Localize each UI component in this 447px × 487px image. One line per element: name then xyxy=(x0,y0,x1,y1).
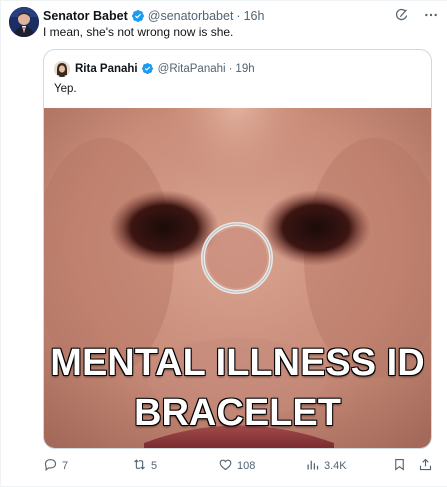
like-icon xyxy=(218,457,233,475)
views-icon xyxy=(305,457,320,475)
quoted-header-separator: · xyxy=(228,63,233,75)
quoted-tweet-image[interactable]: MENTAL ILLNESS ID BRACELET xyxy=(44,108,431,448)
meme-caption-line2: BRACELET xyxy=(133,391,341,434)
header-separator: · xyxy=(236,9,241,23)
bookmark-button[interactable] xyxy=(392,457,407,475)
share-icon xyxy=(418,457,433,475)
like-button[interactable]: 108 xyxy=(218,457,255,475)
views-count: 3.4K xyxy=(324,460,347,472)
quoted-tweet[interactable]: Rita Panahi @RitaPanahi · 19h Yep. MENTA… xyxy=(43,49,432,449)
tweet-time[interactable]: 16h xyxy=(244,9,265,23)
author-name[interactable]: Senator Babet xyxy=(43,9,128,23)
quoted-tweet-text: Yep. xyxy=(54,83,77,95)
bookmark-icon xyxy=(392,457,407,475)
retweet-count: 5 xyxy=(151,460,158,472)
verified-badge-icon xyxy=(131,9,145,23)
verified-badge-icon xyxy=(141,62,155,76)
share-button[interactable] xyxy=(418,457,433,475)
reply-button[interactable]: 7 xyxy=(43,457,68,475)
reply-icon xyxy=(43,457,58,475)
quoted-author-avatar xyxy=(54,61,70,77)
quoted-author-name[interactable]: Rita Panahi xyxy=(75,63,138,75)
quoted-tweet-header: Rita Panahi @RitaPanahi · 19h xyxy=(54,61,255,77)
reply-count: 7 xyxy=(62,460,69,472)
tweet-text: I mean, she's not wrong now is she. xyxy=(43,25,234,39)
tweet-header: Senator Babet @senatorbabet · 16h xyxy=(43,7,264,25)
retweet-button[interactable]: 5 xyxy=(132,457,157,475)
meme-caption-line1: MENTAL ILLNESS ID xyxy=(50,341,426,384)
author-handle[interactable]: @senatorbabet xyxy=(148,9,234,23)
author-avatar[interactable] xyxy=(9,7,39,37)
grok-icon[interactable] xyxy=(393,7,409,23)
retweet-icon xyxy=(132,457,147,475)
quoted-tweet-time[interactable]: 19h xyxy=(235,63,254,75)
tweet-actions: 7 5 108 3.4K xyxy=(43,457,438,475)
views-button[interactable]: 3.4K xyxy=(305,457,347,475)
quoted-author-handle[interactable]: @RitaPanahi xyxy=(158,63,226,75)
tweet-header-actions xyxy=(393,7,439,23)
like-count: 108 xyxy=(237,460,256,472)
more-icon[interactable] xyxy=(423,7,439,23)
tweet-card[interactable]: Senator Babet @senatorbabet · 16h I mean… xyxy=(0,0,447,487)
